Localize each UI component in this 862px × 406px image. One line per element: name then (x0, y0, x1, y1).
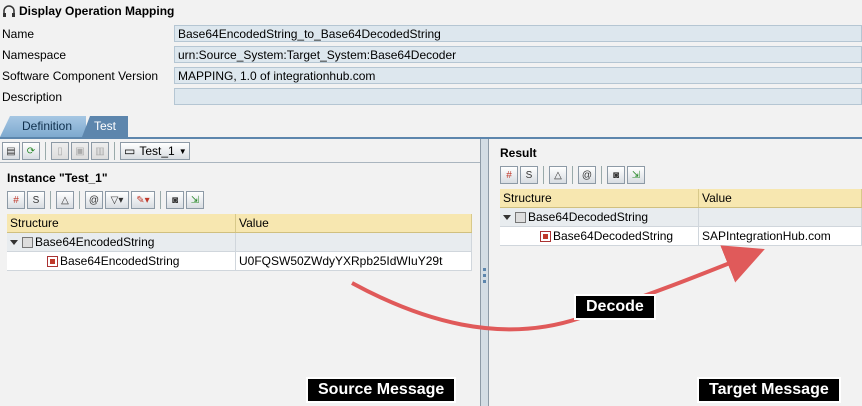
target-message-label: Target Message (697, 377, 841, 403)
decode-arrow (351, 245, 765, 332)
source-message-label: Source Message (306, 377, 457, 403)
decode-label: Decode (574, 294, 656, 320)
